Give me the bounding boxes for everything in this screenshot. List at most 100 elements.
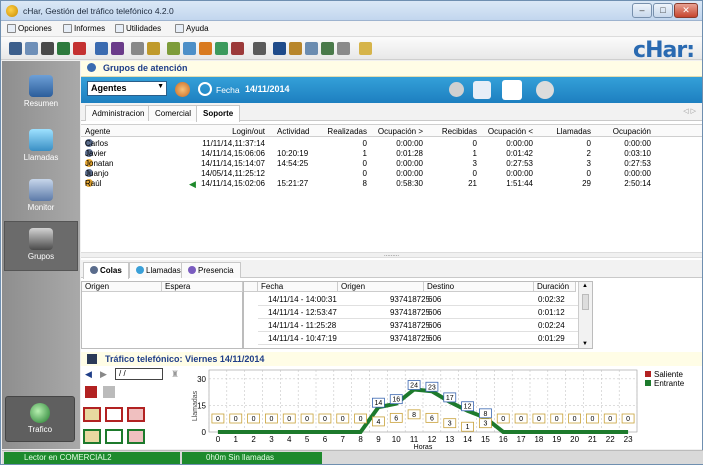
x-tick-label: 9 — [376, 435, 381, 444]
calls-scrollbar[interactable]: ▲ ▼ — [578, 282, 592, 348]
gear-icon[interactable] — [536, 81, 554, 99]
tree-icon[interactable] — [199, 42, 212, 55]
sync-icon[interactable] — [253, 42, 266, 55]
x-tick-label: 3 — [269, 435, 274, 444]
tab-administracion[interactable]: Administracion — [85, 105, 152, 121]
outgoing-data-label: 6 — [430, 415, 434, 422]
call-row[interactable]: 14/11/14 - 11:25:28 937418725 606 0:02:24 — [258, 320, 578, 332]
incoming-data-label: 12 — [464, 404, 472, 411]
chart-type-icon-1[interactable] — [83, 407, 101, 422]
agent-row[interactable]: Carlos 11/11/14,11:37:14 0 0:00:00 0 0:00:00 0… — [81, 139, 702, 149]
network-icon[interactable] — [57, 42, 70, 55]
agent-cell-realizadas: 0 — [362, 139, 367, 148]
calendar-icon[interactable] — [215, 42, 228, 55]
menu-opciones[interactable]: Opciones — [7, 24, 52, 33]
record-icon[interactable] — [73, 42, 86, 55]
outgoing-data-label: 0 — [626, 416, 630, 423]
chart-type-icon-6[interactable] — [127, 429, 145, 444]
maximize-button[interactable]: □ — [653, 3, 673, 18]
outgoing-data-label: 0 — [501, 416, 505, 423]
sidebar-item-monitor[interactable]: Monitor — [4, 173, 78, 223]
chart-type-icon-5[interactable] — [105, 429, 123, 444]
agent-row[interactable]: Javier 14/11/14,15:06:06 10:20:19 1 0:01:28 1… — [81, 149, 702, 159]
window-icon[interactable] — [337, 42, 350, 55]
y-tick-label: 0 — [202, 428, 207, 437]
person-icon[interactable] — [502, 80, 522, 100]
agent-icon[interactable] — [231, 42, 244, 55]
chart-type-icon-2[interactable] — [105, 407, 123, 422]
tools-icon[interactable] — [103, 386, 115, 398]
date-input[interactable]: / / — [115, 368, 163, 380]
next-day-icon[interactable]: ▶ — [100, 369, 107, 380]
call-row[interactable]: 14/11/14 - 12:53:47 937418725 606 0:01:12 — [258, 307, 578, 319]
tab-colas[interactable]: Colas — [83, 262, 129, 279]
prev-day-icon[interactable]: ◀ — [85, 369, 92, 380]
char-logo: cHar: — [633, 38, 695, 63]
grid-icon[interactable] — [9, 42, 22, 55]
agents-table-header: Agente Login/out Actividad Realizadas Oc… — [81, 125, 702, 137]
refresh-icon[interactable] — [175, 82, 190, 97]
sidebar-item-resumen[interactable]: Resumen — [4, 69, 78, 119]
tab-presencia[interactable]: Presencia — [181, 262, 241, 278]
clock-icon — [198, 82, 212, 96]
menu-informes[interactable]: Informes — [63, 24, 105, 33]
menu-bar: Opciones Informes Utilidades Ayuda — [1, 21, 702, 37]
close-button[interactable]: ✕ — [674, 3, 698, 18]
folder-icon[interactable] — [147, 42, 160, 55]
tab-soporte[interactable]: Soporte — [196, 105, 241, 122]
agent-cell-login: 14/11/14,15:14:07 — [201, 159, 265, 168]
title-bar[interactable]: cHar, Gestión del tráfico telefónico 4.2… — [1, 1, 702, 21]
agent-row[interactable]: Raúl 14/11/14,15:02:06 15:21:27 8 0:58:30 21 1… — [81, 179, 702, 189]
tag-icon[interactable] — [473, 81, 491, 99]
tab-llamadas[interactable]: Llamadas — [129, 262, 188, 278]
date-value[interactable]: 14/11/2014 — [245, 84, 290, 94]
settings-icon[interactable] — [183, 42, 196, 55]
call-row[interactable]: 14/11/14 - 14:00:31 937418725 606 0:02:32 — [258, 294, 578, 306]
agent-cell-actividad: 10:20:19 — [277, 149, 309, 158]
bar-chart-icon[interactable] — [111, 42, 124, 55]
tab-comercial[interactable]: Comercial — [148, 105, 199, 121]
save-icon[interactable] — [321, 42, 334, 55]
chart-type-icon-4[interactable] — [83, 429, 101, 444]
export-icon[interactable] — [289, 42, 302, 55]
table-icon[interactable] — [25, 42, 38, 55]
scroll-thumb[interactable] — [582, 294, 589, 310]
agent-row[interactable]: Juanjo 14/05/14,11:25:12 0 0:00:00 0 0:00:00 0… — [81, 169, 702, 179]
menu-utilidades[interactable]: Utilidades — [115, 24, 161, 33]
agent-cell-ocup: 0:00:00 — [624, 169, 651, 178]
outgoing-data-label: 0 — [341, 416, 345, 423]
stop-icon[interactable] — [449, 82, 464, 97]
chart-icon[interactable] — [95, 42, 108, 55]
print-icon[interactable] — [131, 42, 144, 55]
report-icon[interactable] — [85, 386, 97, 398]
x-tick-label: 21 — [588, 435, 597, 444]
menu-ayuda[interactable]: Ayuda — [175, 24, 209, 33]
view-combo[interactable]: Agentes ▼ — [87, 81, 167, 96]
x-tick-label: 19 — [552, 435, 561, 444]
x-tick-label: 13 — [445, 435, 454, 444]
binoculars-icon[interactable]: ♜ — [171, 369, 179, 380]
import-icon[interactable] — [305, 42, 318, 55]
outgoing-data-label: 0 — [287, 416, 291, 423]
sidebar-item-trafico[interactable]: Trafico — [5, 396, 75, 442]
x-tick-label: 18 — [534, 435, 543, 444]
call-cell-destino: 606 — [428, 308, 442, 317]
incoming-data-label: 23 — [428, 384, 436, 391]
scroll-up-icon[interactable]: ▲ — [582, 283, 588, 289]
agent-row[interactable]: Jonatan 14/11/14,15:14:07 14:54:25 0 0:00:00… — [81, 159, 702, 169]
call-cell-duracion: 0:01:29 — [538, 334, 565, 343]
panel-splitter[interactable]: ......... — [81, 252, 702, 258]
filter-icon[interactable] — [273, 42, 286, 55]
tab-scroll-arrows[interactable]: ◁ ▷ — [683, 107, 696, 115]
users-icon[interactable] — [167, 42, 180, 55]
agent-cell-ocup_out: 0:00:00 — [396, 169, 423, 178]
minimize-button[interactable]: – — [632, 3, 652, 18]
sidebar-item-llamadas[interactable]: Llamadas — [4, 123, 78, 173]
scroll-down-icon[interactable]: ▼ — [582, 341, 588, 347]
call-row[interactable]: 14/11/14 - 10:47:19 937418725 606 0:01:29 — [258, 333, 578, 345]
phone-icon[interactable] — [41, 42, 54, 55]
sidebar-item-grupos[interactable]: Grupos — [4, 221, 78, 271]
agent-cell-ocup_in: 1:51:44 — [506, 179, 533, 188]
tools-icon[interactable] — [359, 42, 372, 55]
chart-type-icon-3[interactable] — [127, 407, 145, 422]
